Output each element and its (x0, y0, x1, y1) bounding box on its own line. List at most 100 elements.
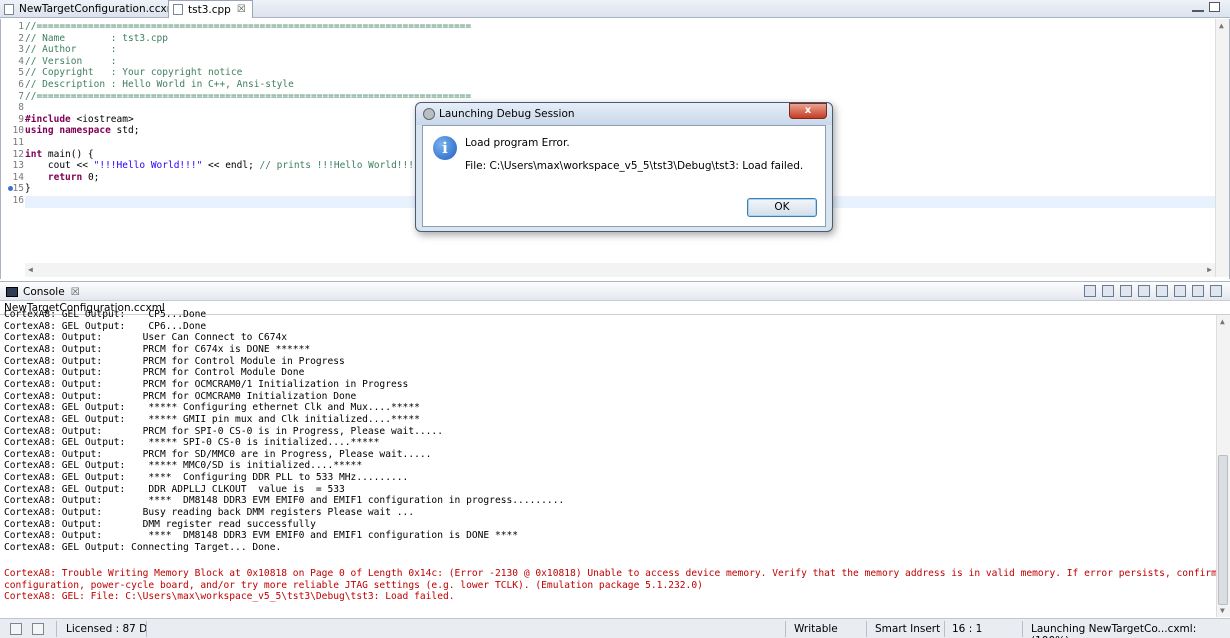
maximize-view-icon[interactable] (1210, 285, 1222, 297)
divider (56, 621, 57, 637)
code-line: #include <iostream> (25, 113, 134, 125)
console-line: CortexA8: Output: DMM register read succ… (4, 518, 316, 530)
line-number: 8 (18, 102, 24, 114)
ok-button[interactable]: OK (747, 198, 817, 217)
status-bar: Licensed : 87 D Writable Smart Insert 16… (0, 618, 1230, 638)
console-error-line: CortexA8: GEL: File: C:\Users\max\worksp… (4, 591, 455, 603)
console-line: CortexA8: GEL Output: DDR ADPLLJ CLKOUT … (4, 483, 345, 495)
open-console-icon[interactable] (1174, 285, 1186, 297)
minimize-view-icon[interactable] (1192, 285, 1204, 297)
console-line: CortexA8: GEL Output: ***** GMII pin mux… (4, 413, 420, 425)
editor-horizontal-scrollbar[interactable]: ◀ ▶ (25, 263, 1215, 277)
editor-vertical-scrollbar[interactable]: ▲ (1215, 19, 1229, 277)
close-button[interactable]: x (789, 103, 827, 119)
divider (785, 621, 786, 637)
info-icon: i (433, 136, 457, 160)
line-number: 9 (18, 113, 24, 125)
breakpoint-marker-icon[interactable] (8, 186, 13, 191)
line-number: 14 (12, 171, 24, 183)
console-line: CortexA8: GEL Output: ***** SPI-0 CS-0 i… (4, 437, 380, 449)
scroll-down-icon[interactable]: ▼ (1220, 606, 1225, 615)
console-line: CortexA8: Output: Busy reading back DMM … (4, 507, 415, 519)
scroll-up-icon[interactable]: ▲ (1220, 317, 1225, 326)
divider (1022, 621, 1023, 637)
console-line: CortexA8: GEL Output: Connecting Target.… (4, 542, 282, 553)
console-line: CortexA8: GEL Output: ***** MMC0/SD is i… (4, 460, 363, 472)
console-line: CortexA8: Output: PRCM for C674x is DONE… (4, 343, 311, 355)
line-number: 10 (12, 125, 24, 137)
remove-launch-icon[interactable] (1084, 285, 1096, 297)
new-connection-icon[interactable] (10, 623, 22, 635)
dialog-title-bar[interactable]: Launching Debug Session x (416, 103, 832, 125)
line-number-ruler: 1 2 3 4 5 6 7 8 9 10 11 12 13 14 15 16 (1, 19, 25, 263)
launching-debug-session-dialog: Launching Debug Session x i Load program… (415, 102, 833, 232)
progress-status[interactable]: Launching NewTargetCo...cxml: (100%) (1031, 623, 1230, 638)
console-line: CortexA8: GEL Output: ***** Configuring … (4, 402, 420, 414)
console-line: CortexA8: Output: PRCM for SD/MMC0 are i… (4, 448, 432, 460)
console-vertical-scrollbar[interactable]: ▲ ▼ (1216, 315, 1230, 617)
console-line: CortexA8: Output: PRCM for OCMCRAM0 Init… (4, 390, 357, 402)
console-icon (6, 287, 18, 297)
line-number: 16 (12, 195, 24, 206)
scroll-left-icon[interactable]: ◀ (28, 265, 33, 274)
scroll-up-icon[interactable]: ▲ (1219, 21, 1224, 30)
console-line: CortexA8: Output: PRCM for OCMCRAM0/1 In… (4, 378, 409, 390)
display-console-icon[interactable] (1156, 285, 1168, 297)
code-line: return 0; (47, 171, 100, 183)
minimize-icon[interactable] (1192, 2, 1204, 12)
dialog-detail: File: C:\Users\max\workspace_v5_5\tst3\D… (465, 160, 804, 172)
file-icon (4, 3, 14, 15)
line-number: 3 (18, 44, 24, 56)
editor-tab-bar: NewTargetConfiguration.ccxml tst3.cpp ☒ (0, 0, 1230, 18)
code-line: // Copyright : Your copyright notice (25, 67, 243, 79)
tab-label: tst3.cpp (188, 3, 231, 16)
code-line: int main() { (25, 148, 94, 160)
close-console-icon[interactable]: ☒ (71, 287, 80, 298)
maximize-icon[interactable] (1209, 2, 1220, 12)
line-number: 5 (18, 67, 24, 79)
console-output[interactable]: CortexA8: GEL Output: CP5...Done CortexA8… (0, 309, 1230, 617)
tab-tst3-cpp[interactable]: tst3.cpp ☒ (168, 0, 253, 18)
code-line: //======================================… (25, 90, 472, 102)
line-number: 4 (18, 55, 24, 67)
divider (944, 621, 945, 637)
console-line: CortexA8: Output: **** DM8148 DDR3 EVM E… (4, 530, 519, 542)
line-number: 7 (18, 90, 24, 102)
console-line: CortexA8: Output: **** DM8148 DDR3 EVM E… (4, 495, 565, 507)
console-line: CortexA8: GEL Output: CP5...Done (4, 309, 207, 320)
scroll-lock-icon[interactable] (1120, 285, 1132, 297)
app-icon (423, 108, 435, 120)
insert-mode-status: Smart Insert (875, 623, 941, 635)
tab-newtargetconfiguration[interactable]: NewTargetConfiguration.ccxml (0, 0, 186, 18)
console-view-bar: Console ☒ (0, 281, 1230, 301)
tab-console[interactable]: Console ☒ (2, 283, 84, 301)
close-tab-icon[interactable]: ☒ (237, 4, 246, 15)
code-line: //======================================… (25, 21, 472, 32)
scrollbar-thumb[interactable] (1218, 455, 1228, 605)
writable-status: Writable (794, 623, 838, 635)
dialog-message: Load program Error. (465, 137, 570, 149)
console-line: CortexA8: Output: PRCM for Control Modul… (4, 367, 305, 379)
console-error-line: configuration, power-cycle board, and/or… (4, 579, 703, 591)
divider (866, 621, 867, 637)
clear-console-icon[interactable] (1102, 285, 1114, 297)
console-toolbar (1084, 285, 1222, 297)
line-number: 6 (18, 79, 24, 90)
code-line: cout << "!!!Hello World!!!" << endl; // … (25, 160, 414, 172)
license-status: Licensed : 87 D (66, 623, 148, 635)
cursor-position: 16 : 1 (952, 623, 983, 635)
code-line: // Version : (25, 55, 117, 67)
code-line: } (25, 183, 31, 195)
pin-console-icon[interactable] (1138, 285, 1150, 297)
dialog-title: Launching Debug Session (439, 108, 575, 120)
console-line: CortexA8: Output: PRCM for SPI-0 CS-0 is… (4, 425, 443, 437)
device-icon[interactable] (32, 623, 44, 635)
console-line: CortexA8: Output: User Can Connect to C6… (4, 332, 288, 344)
line-number: 13 (12, 160, 24, 172)
line-number: 12 (12, 148, 24, 160)
console-line: CortexA8: Output: PRCM for Control Modul… (4, 355, 345, 367)
line-number: 1 (18, 21, 24, 32)
scroll-right-icon[interactable]: ▶ (1207, 265, 1212, 274)
code-line: // Author : (25, 44, 117, 56)
console-tab-label: Console (23, 286, 65, 298)
